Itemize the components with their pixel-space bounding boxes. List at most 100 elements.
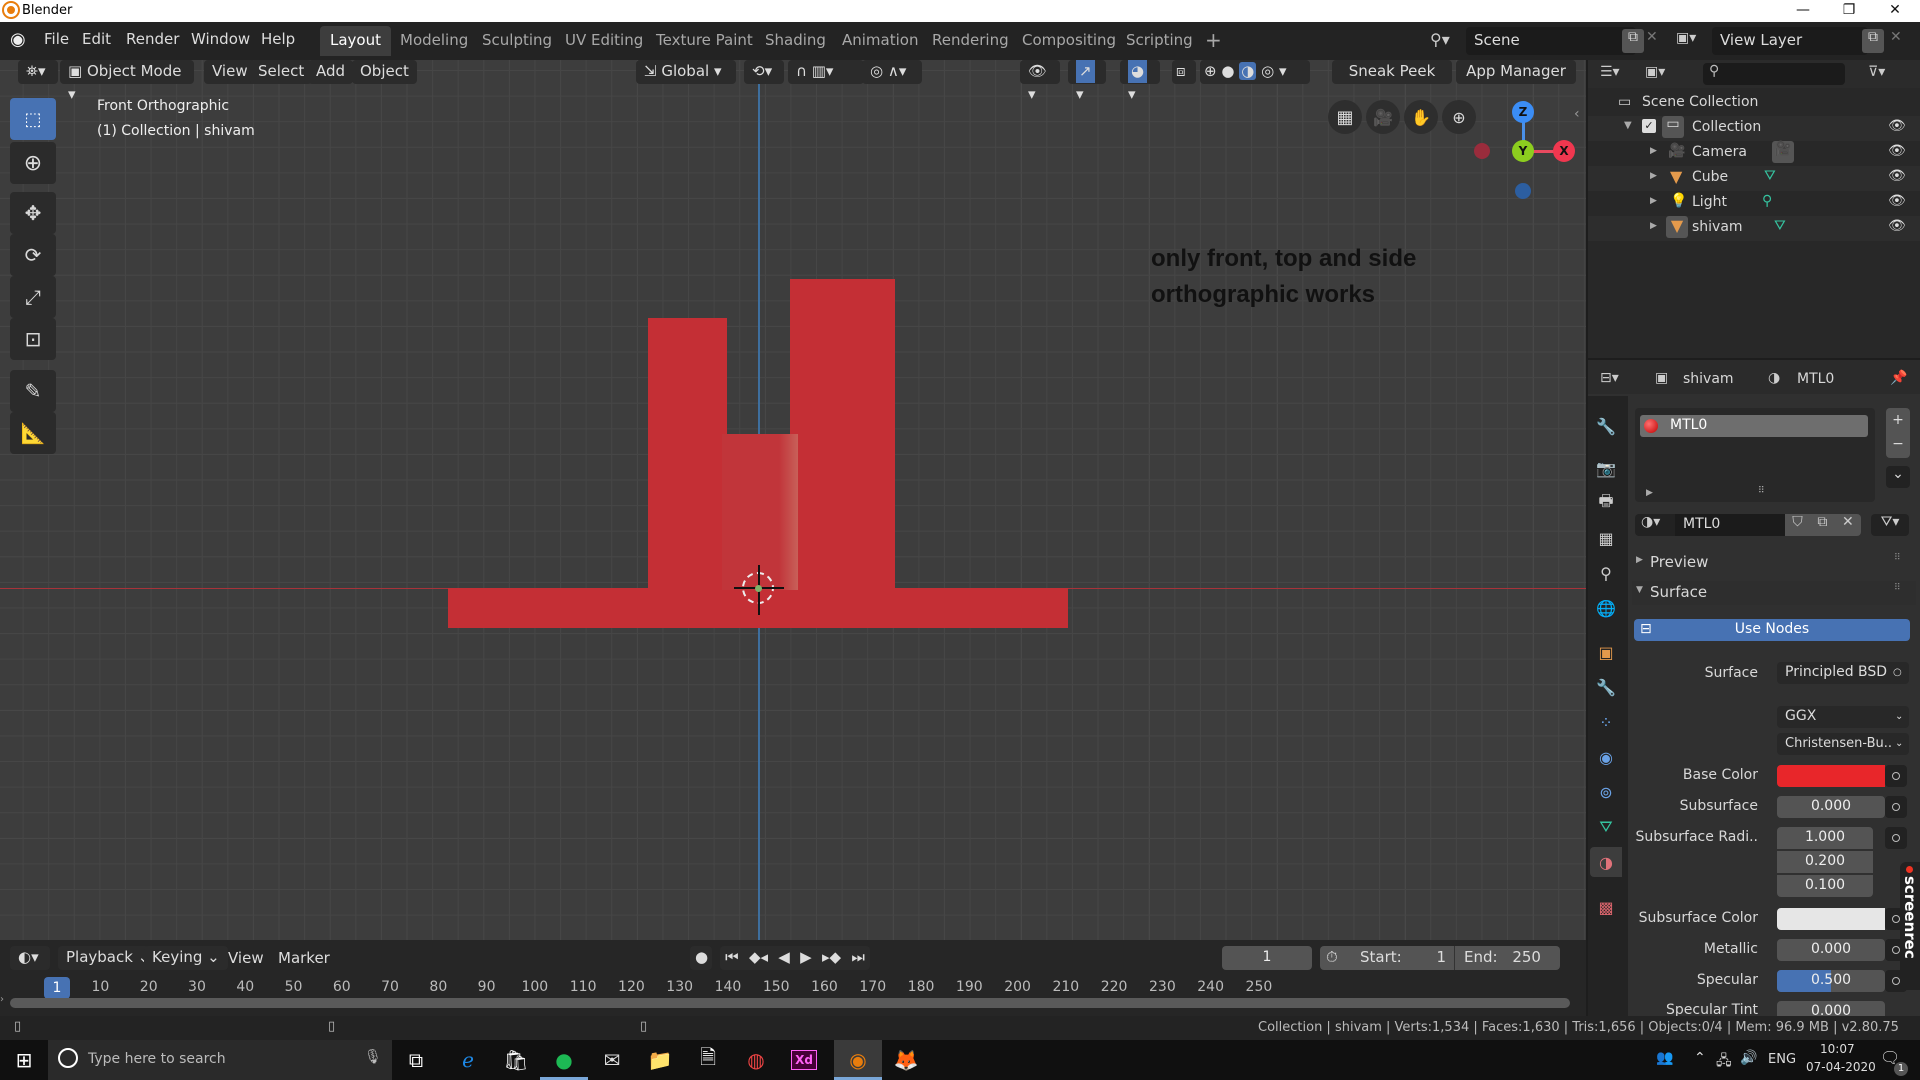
snap-toggle[interactable]: ∩ ▥▾	[788, 60, 864, 84]
maximize-button[interactable]: ❐	[1826, 0, 1872, 22]
mesh-data-icon[interactable]: ⛛	[1774, 218, 1786, 234]
tab-scripting[interactable]: Scripting	[1116, 26, 1203, 56]
add-workspace-button[interactable]: +	[1195, 26, 1232, 56]
expand-region-icon[interactable]: ›	[0, 994, 4, 1005]
volume-icon[interactable]: 🔊	[1740, 1050, 1757, 1066]
tab-animation[interactable]: Animation	[832, 26, 928, 56]
menu-help[interactable]: Help	[261, 30, 295, 48]
scale-tool[interactable]: ⤢	[10, 276, 56, 318]
sneak-peek-button[interactable]: Sneak Peek	[1332, 60, 1452, 84]
firefox-app[interactable]: 🦊	[882, 1040, 930, 1080]
tab-material[interactable]: ◑	[1590, 847, 1622, 877]
object-right-pillar[interactable]	[790, 279, 895, 590]
gizmo-z-axis[interactable]: Z	[1512, 101, 1534, 123]
menu-window[interactable]: Window	[191, 30, 250, 48]
jump-start-icon[interactable]: ⏮	[725, 946, 739, 970]
context-material-label[interactable]: MTL0	[1797, 371, 1834, 387]
drag-handle-icon[interactable]: ⠿	[1894, 583, 1901, 593]
next-keyframe-icon[interactable]: ▸◆	[822, 946, 841, 970]
tab-object[interactable]: ▣	[1590, 637, 1622, 667]
prev-keyframe-icon[interactable]: ◆◂	[749, 946, 768, 970]
close-button[interactable]: ✕	[1872, 0, 1918, 22]
adobe-xd-app[interactable]: Xd	[780, 1040, 828, 1080]
sidebar-toggle-icon[interactable]: ‹	[1574, 106, 1580, 122]
collection-checkbox[interactable]: ✓	[1642, 119, 1656, 133]
delete-scene-icon[interactable]: ✕	[1646, 29, 1658, 45]
base-color-socket-button[interactable]	[1885, 765, 1907, 787]
measure-tool[interactable]: 📐	[10, 412, 56, 454]
subsurface-radius-x-field[interactable]: 1.000	[1777, 827, 1873, 849]
clock-time[interactable]: 10:07	[1820, 1042, 1855, 1056]
specular-tint-field[interactable]: 0.000	[1777, 1001, 1885, 1016]
app-manager-button[interactable]: App Manager	[1456, 60, 1576, 84]
tab-scene[interactable]: ⚲	[1590, 558, 1622, 588]
task-view-button[interactable]: ⧉	[392, 1040, 440, 1080]
start-frame-field[interactable]: Start: 1	[1360, 946, 1450, 969]
slot-specials-dropdown[interactable]: ⌄	[1886, 466, 1910, 488]
tab-world[interactable]: 🌐	[1590, 593, 1622, 623]
zoom-view-button[interactable]: ⊕	[1442, 100, 1476, 134]
end-frame-field[interactable]: End: 250	[1464, 946, 1554, 969]
taskbar-search-box[interactable]: Type here to search 🎙	[48, 1040, 392, 1080]
annotate-tool[interactable]: ✎	[10, 370, 56, 412]
pivot-point-dropdown[interactable]: ⟲▾	[744, 60, 784, 84]
gizmo-neg-x-axis[interactable]	[1474, 143, 1490, 159]
subsurface-socket-button[interactable]	[1885, 796, 1907, 818]
tab-particles[interactable]: ⁘	[1590, 707, 1622, 737]
timeline-scrollbar[interactable]	[10, 998, 1570, 1008]
gizmo-toggle[interactable]: ↗▾	[1068, 60, 1106, 103]
tab-view-layer[interactable]: ▦	[1590, 523, 1622, 553]
camera-data-icon[interactable]: 🎥	[1772, 141, 1794, 163]
show-hidden-icons-chevron[interactable]: ⌃	[1694, 1050, 1706, 1066]
subsurface-method-dropdown[interactable]: Christensen-Bu.. ⌄	[1777, 733, 1909, 755]
eye-visibility-icon[interactable]: 👁	[1888, 218, 1906, 234]
tab-layout[interactable]: Layout	[320, 26, 391, 56]
gizmo-x-axis[interactable]: X	[1553, 140, 1575, 162]
material-preview-shading-icon[interactable]: ◑	[1239, 62, 1257, 80]
edge-app[interactable]: ℯ	[444, 1040, 492, 1080]
transform-tool[interactable]: ⊡	[10, 318, 56, 360]
menu-render[interactable]: Render	[126, 30, 179, 48]
link-dropdown[interactable]: ⛛▾	[1871, 514, 1909, 536]
delete-view-layer-icon[interactable]: ✕	[1890, 29, 1902, 45]
object-middle-block[interactable]	[722, 434, 798, 590]
overlays-toggle[interactable]: ◕▾	[1120, 60, 1160, 103]
properties-editor-type-icon[interactable]: ⊟▾	[1600, 370, 1619, 386]
tab-shading[interactable]: Shading	[755, 26, 836, 56]
proportional-editing-toggle[interactable]: ◎ ∧▾	[862, 60, 922, 84]
tab-uv-editing[interactable]: UV Editing	[555, 26, 653, 56]
keying-menu[interactable]: Keying ⌄	[144, 946, 228, 970]
viewport-select-menu[interactable]: Select	[250, 60, 313, 84]
subsurface-field[interactable]: 0.000	[1777, 796, 1885, 818]
tab-sculpting[interactable]: Sculpting	[472, 26, 562, 56]
eye-visibility-icon[interactable]: 👁	[1888, 143, 1906, 159]
mail-app[interactable]: ✉	[588, 1040, 636, 1080]
store-app[interactable]: 🛍	[492, 1040, 540, 1080]
clock-date[interactable]: 07-04-2020	[1806, 1060, 1876, 1074]
subsurface-radius-socket-button[interactable]	[1885, 827, 1907, 849]
distribution-dropdown[interactable]: GGX ⌄	[1777, 706, 1909, 728]
jump-end-icon[interactable]: ⏭	[851, 946, 865, 970]
drag-handle-icon[interactable]: ⠿	[1894, 553, 1901, 563]
solid-shading-icon[interactable]: ●	[1221, 62, 1234, 80]
tab-modeling[interactable]: Modeling	[390, 26, 478, 56]
pin-icon[interactable]: 📌	[1890, 370, 1907, 386]
stopwatch-icon[interactable]: ⏱	[1326, 946, 1338, 969]
resize-handle-icon[interactable]: ⠿	[1758, 486, 1765, 496]
auto-keying-toggle[interactable]: ●	[690, 946, 712, 970]
wireframe-shading-icon[interactable]: ⊕	[1204, 62, 1217, 80]
outliner-editor-type-icon[interactable]: ☰▾	[1600, 64, 1620, 80]
file-explorer-app[interactable]: 📁	[636, 1040, 684, 1080]
timeline-view-menu[interactable]: View	[228, 949, 264, 967]
chrome-app[interactable]: ◍	[732, 1040, 780, 1080]
add-slot-button[interactable]: +	[1886, 408, 1910, 432]
play-reverse-icon[interactable]: ◀	[778, 946, 790, 970]
subsurface-radius-z-field[interactable]: 0.100	[1777, 875, 1873, 897]
outliner-row-cube[interactable]: ▶ ▼ Cube ⛛ 👁	[1588, 166, 1920, 191]
material-name-field[interactable]: MTL0	[1675, 514, 1785, 536]
view-layer-icon[interactable]: ▣▾	[1676, 30, 1696, 46]
expand-arrow-icon[interactable]: ▶	[1650, 146, 1657, 156]
move-tool[interactable]: ✥	[10, 192, 56, 234]
shading-modes[interactable]: ⊕ ● ◑ ◎ ▾	[1200, 60, 1310, 84]
surface-section-header[interactable]: ▼ Surface ⠿	[1632, 581, 1916, 605]
